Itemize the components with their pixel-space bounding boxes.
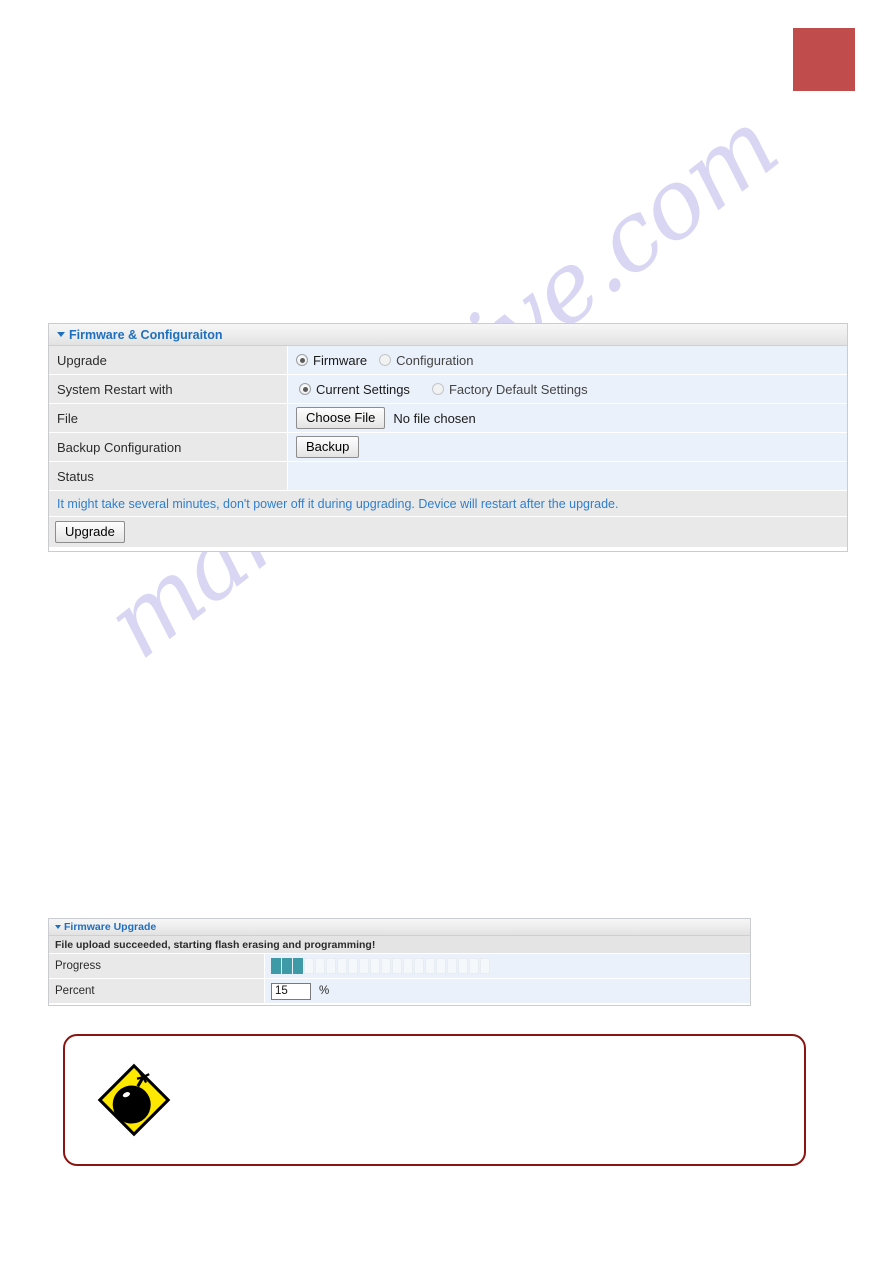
radio-option-firmware[interactable]: Firmware [296, 353, 367, 368]
firmware-upgrade-panel: Firmware Upgrade File upload succeeded, … [48, 918, 751, 1006]
progress-segment [337, 958, 347, 974]
progress-segment [293, 958, 303, 974]
row-upgrade: Upgrade Firmware Configuration [49, 346, 847, 375]
value-system-restart-with: Current Settings Factory Default Setting… [288, 375, 847, 404]
corner-color-swatch [793, 28, 855, 91]
progress-segment [480, 958, 490, 974]
value-progress [265, 954, 750, 979]
panel-title: Firmware & Configuraiton [69, 327, 223, 342]
triangle-down-icon [57, 332, 65, 337]
label-percent: Percent [49, 979, 265, 1004]
restart-radio-group: Current Settings Factory Default Setting… [296, 382, 600, 397]
value-backup-configuration: Backup [288, 433, 847, 462]
progress-bar [271, 958, 490, 974]
value-upgrade: Firmware Configuration [288, 346, 847, 375]
bomb-warning-icon [97, 1063, 171, 1137]
label-backup-configuration: Backup Configuration [49, 433, 288, 462]
radio-indicator-current-settings[interactable] [299, 383, 311, 395]
row-percent: Percent % [49, 979, 750, 1004]
progress-segment [458, 958, 468, 974]
progress-segment [326, 958, 336, 974]
row-backup-configuration: Backup Configuration Backup [49, 433, 847, 462]
value-file: Choose File No file chosen [288, 404, 847, 433]
row-upgrade-note: It might take several minutes, don't pow… [49, 491, 847, 517]
radio-label-current-settings: Current Settings [316, 381, 410, 397]
label-progress: Progress [49, 954, 265, 979]
upload-status-message: File upload succeeded, starting flash er… [49, 936, 750, 954]
progress-segment [315, 958, 325, 974]
progress-segment [348, 958, 358, 974]
radio-indicator-configuration[interactable] [379, 354, 392, 366]
progress-segment [447, 958, 457, 974]
radio-option-configuration[interactable]: Configuration [379, 352, 474, 368]
warning-callout [63, 1034, 806, 1166]
radio-option-factory-default-settings[interactable]: Factory Default Settings [431, 381, 588, 397]
radio-label-firmware: Firmware [313, 352, 368, 368]
progress-segment [304, 958, 314, 974]
label-status: Status [49, 462, 288, 491]
progress-segment [414, 958, 424, 974]
progress-segment [403, 958, 413, 974]
upgrade-radio-group: Firmware Configuration [296, 353, 486, 368]
row-status: Status [49, 462, 847, 491]
row-progress: Progress [49, 954, 750, 979]
label-system-restart-with: System Restart with [49, 375, 288, 404]
percent-sign: % [319, 985, 330, 997]
triangle-down-icon [55, 925, 61, 929]
label-file: File [49, 404, 288, 433]
progress-segment [469, 958, 479, 974]
choose-file-button[interactable]: Choose File [296, 407, 386, 429]
progress-segment [381, 958, 391, 974]
progress-segment [436, 958, 446, 974]
value-status [288, 462, 847, 491]
panel-title: Firmware Upgrade [64, 921, 157, 933]
percent-input[interactable] [271, 982, 311, 1000]
panel-header-firmware-upgrade[interactable]: Firmware Upgrade [49, 919, 750, 936]
progress-segment [370, 958, 380, 974]
file-status-text: No file chosen [393, 410, 476, 426]
panel-header-firmware-config[interactable]: Firmware & Configuraiton [49, 324, 847, 346]
radio-option-current-settings[interactable]: Current Settings [299, 382, 410, 397]
radio-indicator-firmware[interactable] [296, 354, 308, 366]
label-upgrade: Upgrade [49, 346, 288, 375]
progress-segment [271, 958, 281, 974]
radio-label-factory-default-settings: Factory Default Settings [448, 381, 588, 397]
radio-indicator-factory-default-settings[interactable] [431, 383, 444, 395]
row-file: File Choose File No file chosen [49, 404, 847, 433]
file-input[interactable]: Choose File No file chosen [296, 407, 476, 429]
radio-label-configuration: Configuration [396, 352, 474, 368]
progress-segment [282, 958, 292, 974]
firmware-configuration-panel: Firmware & Configuraiton Upgrade Firmwar… [48, 323, 848, 552]
value-percent: % [265, 979, 750, 1004]
row-system-restart-with: System Restart with Current Settings Fac… [49, 375, 847, 404]
progress-segment [425, 958, 435, 974]
row-upgrade-action: Upgrade [49, 517, 847, 547]
progress-segment [392, 958, 402, 974]
progress-segment [359, 958, 369, 974]
upgrade-note-text: It might take several minutes, don't pow… [57, 496, 619, 511]
backup-button[interactable]: Backup [296, 436, 360, 458]
upgrade-button[interactable]: Upgrade [55, 521, 125, 543]
